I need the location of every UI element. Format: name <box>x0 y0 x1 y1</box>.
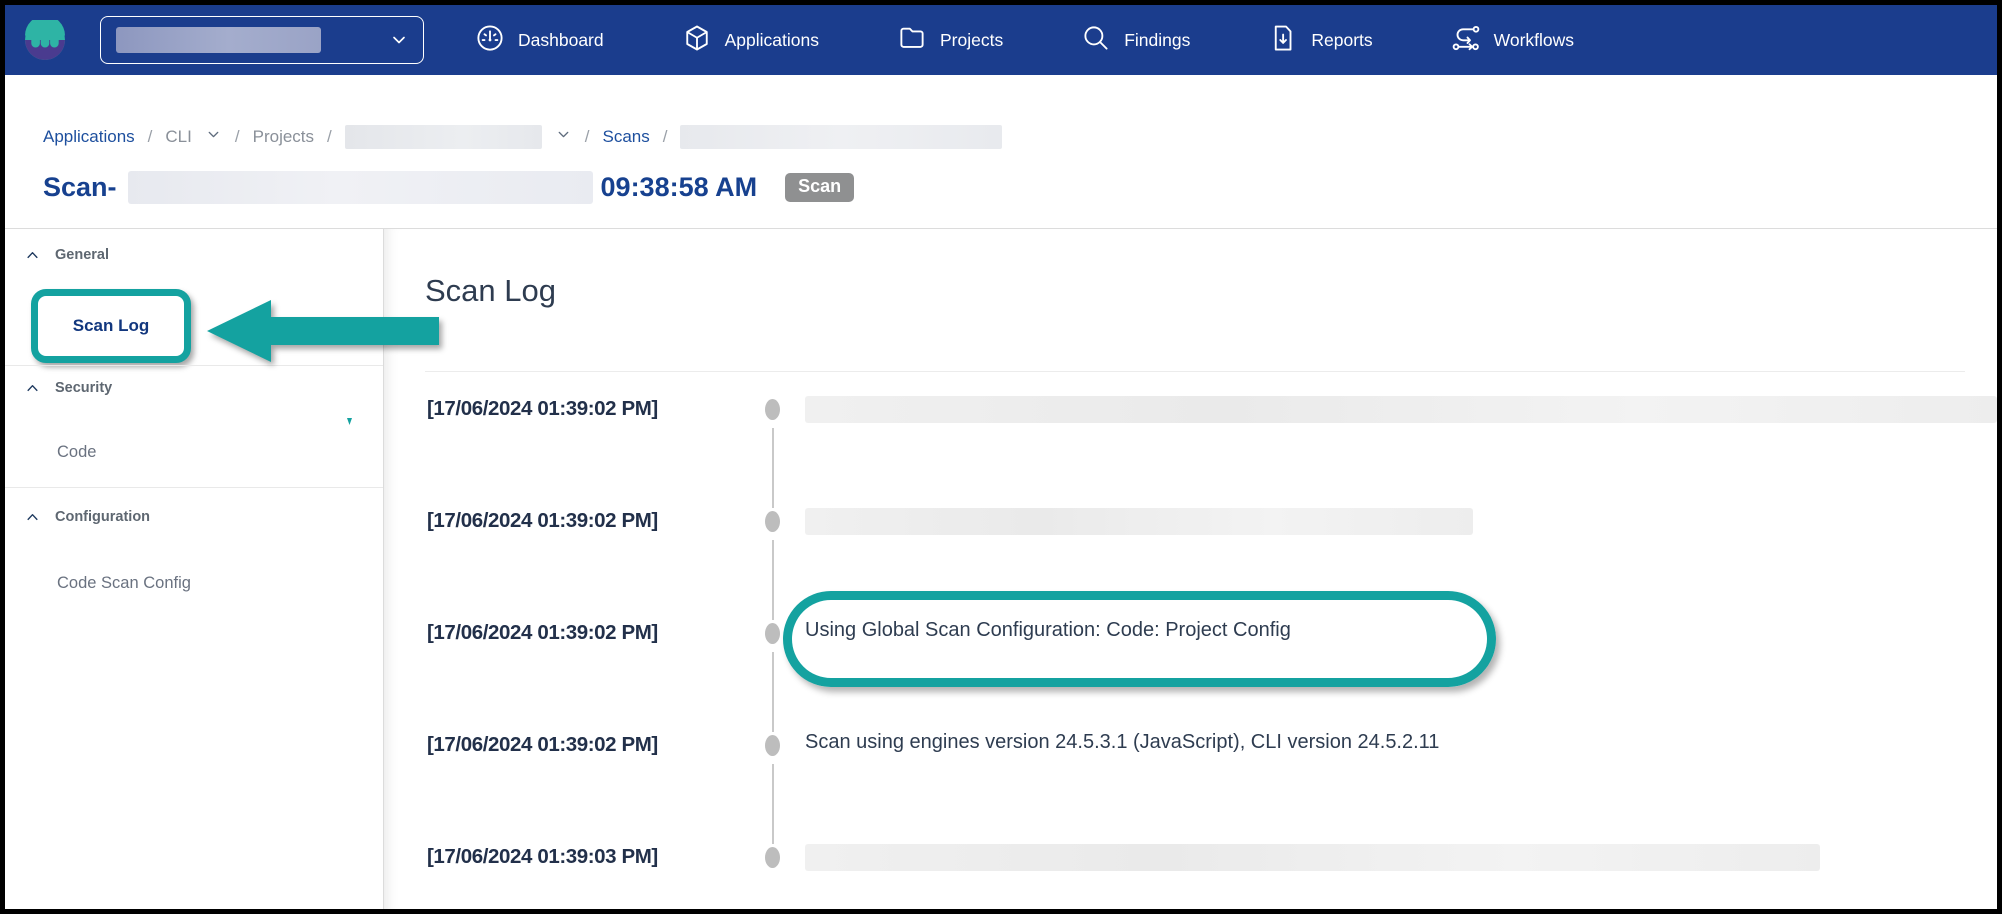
folder-icon <box>897 23 927 58</box>
top-navigation-bar: Dashboard Applications Projects <box>5 5 1997 75</box>
page-title-redacted <box>128 171 593 204</box>
log-message: Using Global Scan Configuration: Code: P… <box>805 619 1291 642</box>
timeline-dot <box>765 735 780 756</box>
breadcrumb-separator: / <box>663 127 668 147</box>
nav-item-applications[interactable]: Applications <box>682 23 819 58</box>
nav-item-label: Projects <box>940 30 1003 51</box>
page-title-time: 09:38:58 AM <box>601 172 758 203</box>
sidebar-section-label: Security <box>55 380 112 396</box>
workflow-icon <box>1451 23 1481 58</box>
sidebar-divider <box>5 487 383 488</box>
sidebar-section-label: Configuration <box>55 509 150 525</box>
cube-icon <box>682 23 712 58</box>
chevron-down-icon <box>389 30 409 50</box>
log-timestamp: [17/06/2024 01:39:02 PM] <box>427 621 757 645</box>
status-badge: Scan <box>785 173 854 202</box>
chevron-down-icon[interactable] <box>205 126 222 148</box>
sidebar-section-label: General <box>55 247 109 263</box>
breadcrumb-scan-name-redacted <box>680 125 1002 149</box>
nav-item-projects[interactable]: Projects <box>897 23 1003 58</box>
nav-item-label: Workflows <box>1494 30 1574 51</box>
timeline-dot <box>765 623 780 644</box>
nav-item-label: Dashboard <box>518 30 604 51</box>
timeline-dot <box>765 847 780 868</box>
log-timestamp: [17/06/2024 01:39:03 PM] <box>427 845 757 869</box>
log-message: Scan using engines version 24.5.3.1 (Jav… <box>805 731 1439 754</box>
app-content: Dashboard Applications Projects <box>5 5 1997 909</box>
report-download-icon <box>1268 23 1298 58</box>
sidebar-section-configuration[interactable]: Configuration <box>25 509 150 525</box>
sidebar-item-scan-log[interactable]: Scan Log <box>73 316 150 336</box>
sidebar-section-general[interactable]: General <box>25 247 109 263</box>
timeline-dot <box>765 511 780 532</box>
log-timestamp: [17/06/2024 01:39:02 PM] <box>427 397 757 421</box>
nav-item-workflows[interactable]: Workflows <box>1451 23 1574 58</box>
nav-items: Dashboard Applications Projects <box>475 5 1574 75</box>
timeline-connector <box>772 428 774 508</box>
search-icon <box>1081 23 1111 58</box>
chevron-up-icon <box>25 248 40 263</box>
nav-item-label: Applications <box>725 30 819 51</box>
organization-selector[interactable] <box>100 16 424 64</box>
chevron-up-icon <box>25 510 40 525</box>
log-timestamp: [17/06/2024 01:39:02 PM] <box>427 509 757 533</box>
organization-name-redacted <box>116 27 321 53</box>
log-message-redacted <box>805 844 1820 871</box>
scan-log-annotation-box: Scan Log <box>31 289 191 363</box>
content-divider <box>425 371 1965 372</box>
breadcrumb-separator: / <box>327 127 332 147</box>
sidebar-item-code[interactable]: Code <box>57 443 96 462</box>
timeline-dot <box>765 399 780 420</box>
nav-item-reports[interactable]: Reports <box>1268 23 1372 58</box>
breadcrumb-cli-dropdown[interactable]: CLI <box>165 127 191 147</box>
sidebar-item-code-scan-config[interactable]: Code Scan Config <box>57 574 191 593</box>
page-section-heading: Scan Log <box>425 273 556 309</box>
breadcrumb-scans-link[interactable]: Scans <box>603 127 650 147</box>
timeline-connector <box>772 652 774 732</box>
breadcrumb-separator: / <box>585 127 590 147</box>
main-content: Scan Log [17/06/2024 01:39:02 PM] [17/06… <box>384 229 1997 909</box>
timeline-connector <box>772 764 774 844</box>
stray-teal-mark <box>347 418 352 425</box>
nav-item-label: Reports <box>1311 30 1372 51</box>
log-timestamp: [17/06/2024 01:39:02 PM] <box>427 733 757 757</box>
gauge-icon <box>475 23 505 58</box>
chevron-down-icon[interactable] <box>555 126 572 148</box>
breadcrumb: Applications / CLI / Projects / / Scans … <box>43 123 1002 151</box>
breadcrumb-project-name-redacted[interactable] <box>345 125 542 149</box>
chevron-up-icon <box>25 381 40 396</box>
page-header: Scan- 09:38:58 AM Scan <box>43 165 854 209</box>
breadcrumb-applications-link[interactable]: Applications <box>43 127 135 147</box>
breadcrumb-projects[interactable]: Projects <box>253 127 314 147</box>
sidebar: General Scan Log Security Code Configura… <box>5 229 384 909</box>
timeline-connector <box>772 540 774 620</box>
sidebar-divider <box>5 365 383 366</box>
sidebar-section-security[interactable]: Security <box>25 380 112 396</box>
app-window: Dashboard Applications Projects <box>0 0 2002 914</box>
nav-item-findings[interactable]: Findings <box>1081 23 1190 58</box>
mend-logo-icon[interactable] <box>25 20 65 60</box>
nav-item-label: Findings <box>1124 30 1190 51</box>
breadcrumb-separator: / <box>235 127 240 147</box>
nav-item-dashboard[interactable]: Dashboard <box>475 23 604 58</box>
log-message-redacted <box>805 508 1473 535</box>
page-title-prefix: Scan- <box>43 172 117 203</box>
log-message-redacted <box>805 396 1997 423</box>
breadcrumb-separator: / <box>148 127 153 147</box>
